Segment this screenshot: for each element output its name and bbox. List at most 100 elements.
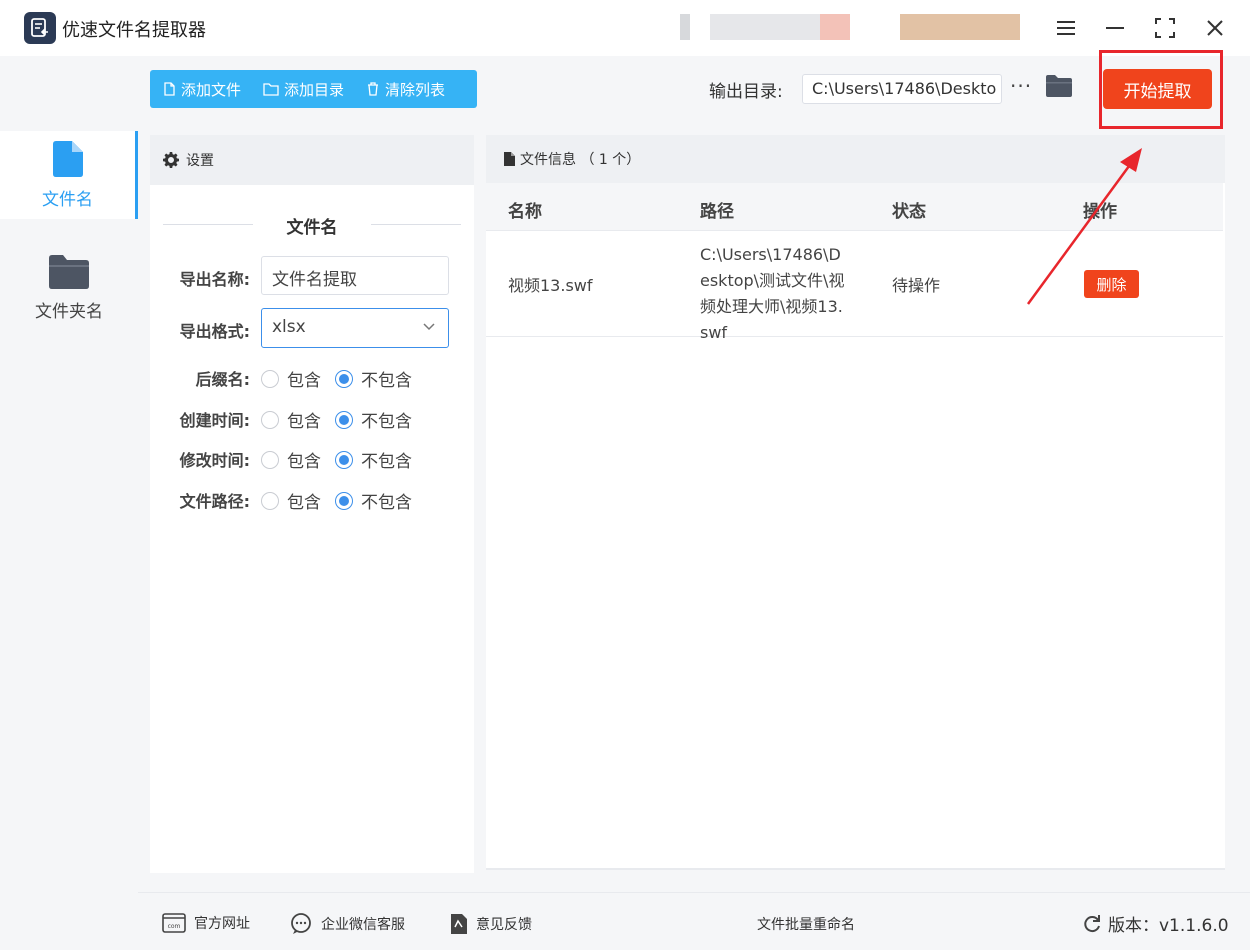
file-name-cell: 视频13.swf	[508, 276, 593, 295]
sidebar-item-label: 文件夹名	[35, 301, 103, 322]
radio-exclude[interactable]: 不包含	[335, 447, 412, 472]
section-title: 文件名	[286, 218, 338, 238]
radio-exclude[interactable]: 不包含	[335, 488, 412, 513]
chat-icon	[291, 913, 311, 934]
wechat-service-link[interactable]: 企业微信客服	[289, 913, 405, 935]
footer: com 官方网址 企业微信客服 意见反馈 文件批量重命名 版本：v1.1.6.0	[138, 892, 1250, 950]
settings-title: 设置	[186, 153, 214, 169]
file-path-option: 包含 不包含	[261, 488, 426, 513]
web-icon: com	[162, 913, 186, 933]
window-title: 优速文件名提取器	[62, 20, 206, 41]
radio-include[interactable]: 包含	[261, 447, 321, 472]
table-row[interactable]: 视频13.swf C:\Users\17486\Desktop\测试文件\视频处…	[486, 231, 1223, 342]
sidebar-item-label: 文件名	[42, 189, 93, 210]
website-label: 官方网址	[194, 916, 250, 932]
file-info-panel: 文件信息 （ 1 个） 名称 路径 状态 操作 视频13.swf C:\User…	[486, 135, 1225, 870]
add-directory-button[interactable]: 添加目录	[263, 79, 344, 100]
website-link[interactable]: com 官方网址	[162, 913, 250, 933]
file-status-cell: 待操作	[892, 276, 941, 295]
settings-header: 设置	[150, 135, 474, 185]
radio-circle[interactable]	[335, 450, 353, 469]
radio-label: 不包含	[361, 371, 412, 391]
batch-rename-link[interactable]: 文件批量重命名	[757, 914, 855, 934]
radio-include[interactable]: 包含	[261, 488, 321, 513]
folder-outline-icon	[263, 83, 279, 96]
refresh-icon	[1084, 914, 1100, 932]
file-outline-icon	[164, 82, 175, 96]
output-directory-input[interactable]: C:\Users\17486\Deskto	[802, 74, 1002, 104]
export-name-input[interactable]: 文件名提取	[261, 256, 449, 295]
clear-list-label: 清除列表	[385, 80, 446, 99]
feedback-label: 意见反馈	[476, 917, 532, 933]
option-label: 后缀名:	[195, 370, 250, 389]
radio-circle[interactable]	[261, 450, 279, 469]
toolbar: 添加文件 添加目录 清除列表	[150, 70, 477, 108]
svg-text:com: com	[168, 923, 181, 930]
add-file-label: 添加文件	[181, 80, 242, 99]
minimize-icon[interactable]	[1101, 14, 1129, 42]
radio-circle[interactable]	[261, 410, 279, 429]
folder-icon	[49, 254, 89, 289]
add-directory-label: 添加目录	[284, 80, 345, 99]
radio-include[interactable]: 包含	[261, 366, 321, 391]
file-icon	[52, 140, 83, 177]
chevron-down-icon	[423, 323, 435, 331]
open-folder-icon[interactable]	[1046, 75, 1072, 101]
option-label: 文件路径:	[179, 492, 250, 511]
column-status: 状态	[892, 202, 926, 222]
radio-circle[interactable]	[261, 491, 279, 510]
close-icon[interactable]	[1201, 14, 1229, 42]
settings-panel: 设置 文件名 导出名称: 文件名提取 导出格式: xlsx 后缀名: 包含 不包…	[150, 135, 474, 873]
highlight-annotation	[1099, 50, 1223, 129]
add-file-button[interactable]: 添加文件	[162, 79, 241, 100]
radio-label: 包含	[287, 371, 321, 391]
gear-icon	[163, 152, 179, 168]
radio-circle[interactable]	[335, 410, 353, 429]
option-label: 修改时间:	[179, 451, 250, 470]
create-time-option: 包含 不包含	[261, 407, 426, 432]
version-label: 版本：v1.1.6.0	[1108, 916, 1229, 936]
divider	[486, 868, 1225, 870]
file-info-header: 文件信息 （ 1 个）	[486, 135, 1225, 183]
menu-icon[interactable]	[1052, 14, 1080, 42]
export-format-value: xlsx	[272, 317, 306, 337]
modify-time-option: 包含 不包含	[261, 447, 426, 472]
more-button[interactable]: ···	[1010, 74, 1032, 98]
sidebar-item-filename[interactable]: 文件名	[0, 131, 138, 219]
wechat-service-label: 企业微信客服	[321, 917, 405, 933]
table-header: 名称 路径 状态 操作	[486, 183, 1223, 231]
radio-label: 包含	[287, 412, 321, 432]
blurred-user-info	[680, 14, 1020, 40]
column-name: 名称	[508, 202, 542, 222]
file-info-title: 文件信息 （ 1 个）	[520, 152, 641, 168]
radio-exclude[interactable]: 不包含	[335, 366, 412, 391]
delete-button[interactable]: 删除	[1084, 270, 1139, 298]
trash-icon	[368, 82, 379, 96]
file-path-cell: C:\Users\17486\Desktop\测试文件\视频处理大师\视频13.…	[700, 245, 845, 342]
radio-include[interactable]: 包含	[261, 407, 321, 432]
version-info[interactable]: 版本：v1.1.6.0	[1082, 911, 1229, 936]
title-bar: 优速文件名提取器	[0, 0, 1250, 56]
radio-exclude[interactable]: 不包含	[335, 407, 412, 432]
sidebar-item-foldername[interactable]: 文件夹名	[0, 244, 138, 332]
output-directory-label: 输出目录:	[709, 82, 783, 102]
radio-label: 包含	[287, 452, 321, 472]
radio-circle[interactable]	[335, 491, 353, 510]
maximize-icon[interactable]	[1151, 14, 1179, 42]
document-icon	[504, 152, 515, 166]
feedback-link[interactable]: 意见反馈	[450, 913, 532, 935]
option-label: 创建时间:	[179, 411, 250, 430]
suffix-option: 包含 不包含	[261, 366, 426, 391]
export-format-select[interactable]: xlsx	[261, 308, 449, 348]
divider	[371, 224, 461, 225]
radio-label: 不包含	[361, 452, 412, 472]
clear-list-button[interactable]: 清除列表	[366, 79, 445, 100]
sidebar: 文件名 文件夹名	[0, 56, 138, 950]
export-format-label: 导出格式:	[179, 322, 250, 341]
radio-label: 包含	[287, 493, 321, 513]
column-action: 操作	[1083, 202, 1117, 222]
feedback-icon	[451, 914, 467, 934]
radio-circle[interactable]	[261, 369, 279, 388]
radio-label: 不包含	[361, 493, 412, 513]
radio-circle[interactable]	[335, 369, 353, 388]
